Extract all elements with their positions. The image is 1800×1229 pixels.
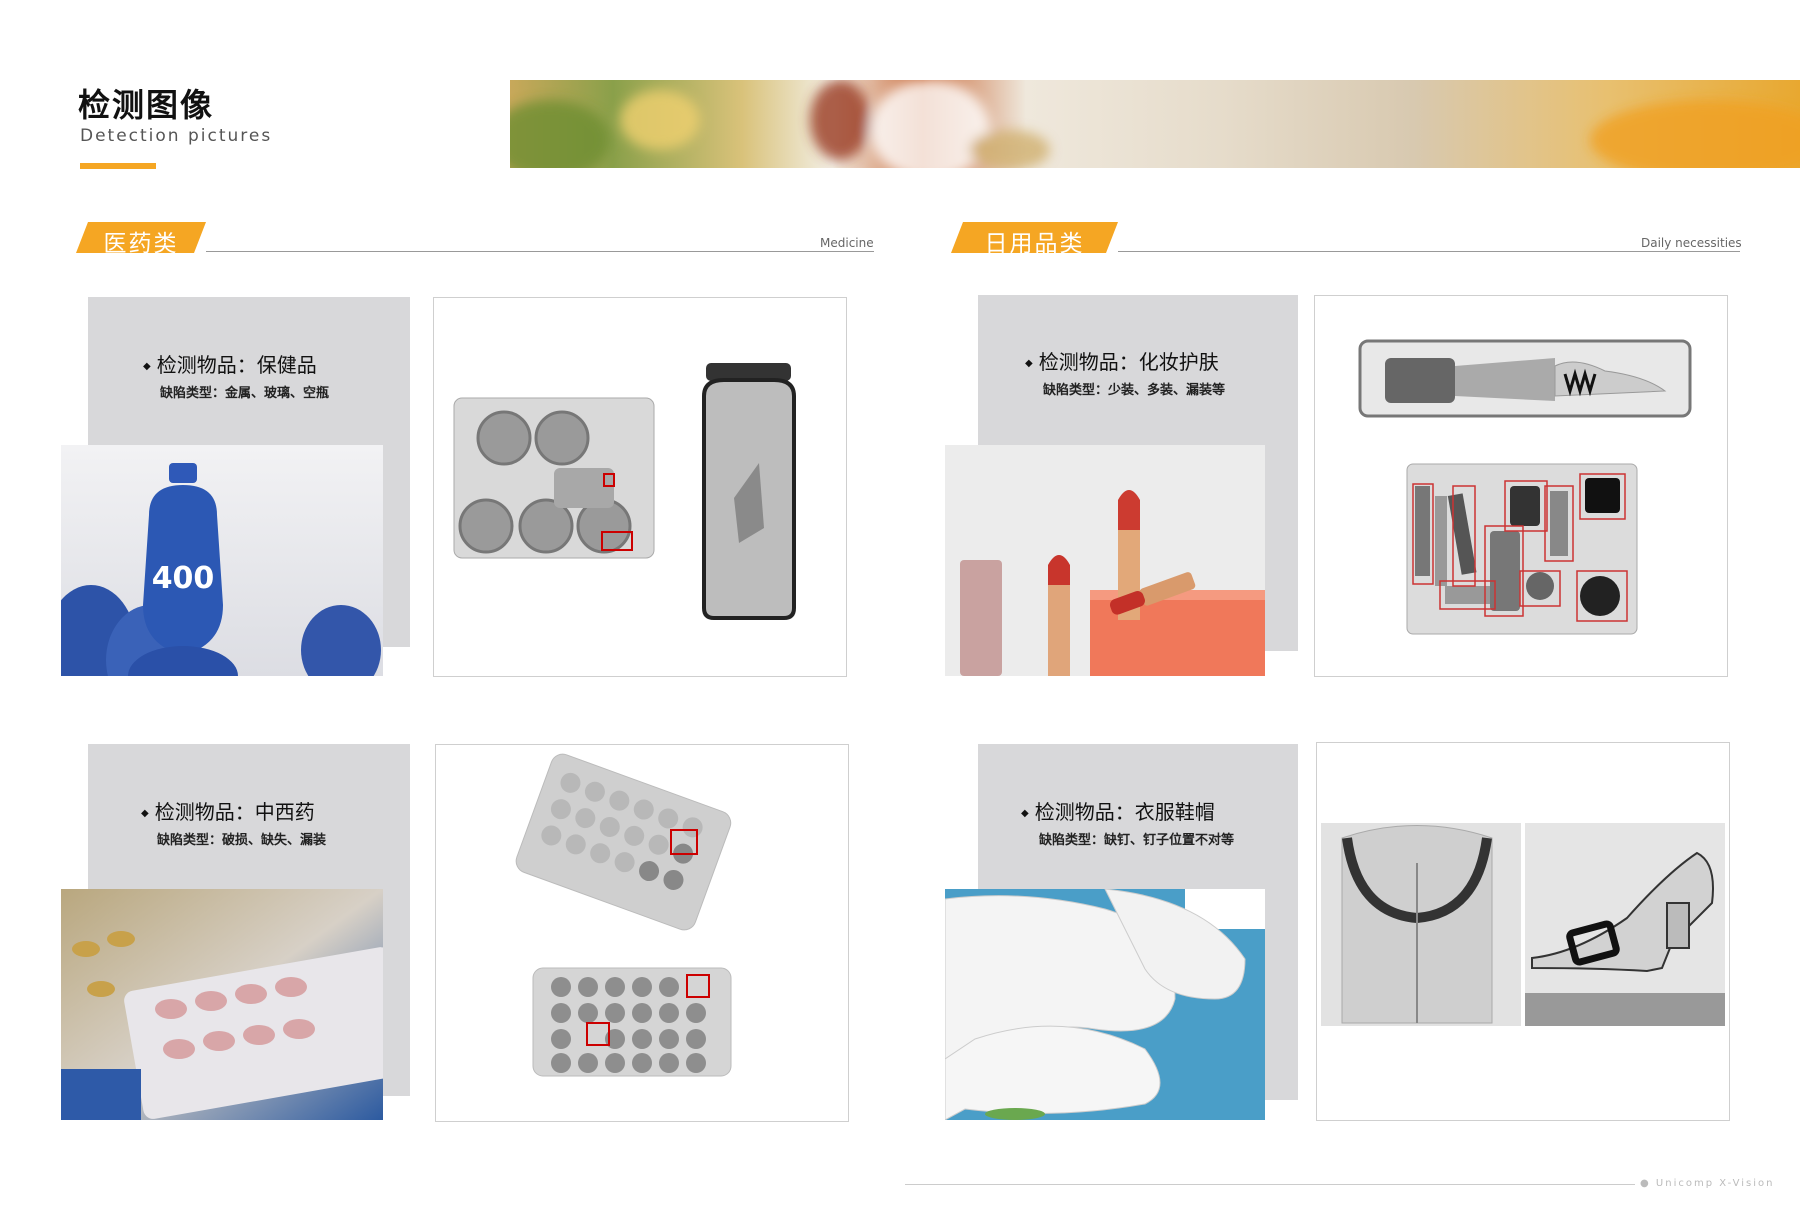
section-en-label: Daily necessities bbox=[1641, 236, 1742, 250]
header-banner-image bbox=[510, 80, 1800, 168]
footer-brand: ● Unicomp X-Vision bbox=[1640, 1178, 1775, 1189]
product-photo-supplement: 400 bbox=[61, 445, 383, 676]
page-title: 检测图像 bbox=[78, 86, 215, 124]
xray-card-shoes bbox=[1316, 742, 1730, 1121]
title-underline bbox=[80, 163, 156, 169]
product-photo-cosmetics bbox=[945, 445, 1265, 676]
xray-card-medicine bbox=[435, 744, 849, 1122]
item-title: ◆ 检测物品：化妆护肤 bbox=[1025, 350, 1219, 374]
item-title: ◆ 检测物品：中西药 bbox=[141, 800, 315, 824]
section-tag-medicine: 医药类 bbox=[76, 222, 206, 257]
section-tag-daily: 日用品类 bbox=[951, 222, 1118, 257]
item-defects: 缺陷类型：缺钉、钉子位置不对等 bbox=[1039, 833, 1235, 848]
product-photo-medicine bbox=[61, 889, 383, 1120]
product-photo-shoes bbox=[945, 889, 1265, 1120]
page-subtitle: Detection pictures bbox=[80, 126, 273, 146]
bottle-label: 400 bbox=[152, 561, 215, 596]
section-en-label: Medicine bbox=[820, 236, 874, 250]
section-divider bbox=[206, 251, 874, 252]
xray-card-supplement bbox=[433, 297, 847, 677]
item-defects: 缺陷类型：破损、缺失、漏装 bbox=[157, 833, 327, 848]
item-defects: 缺陷类型：金属、玻璃、空瓶 bbox=[160, 386, 330, 401]
xray-card-cosmetics bbox=[1314, 295, 1728, 677]
section-divider bbox=[1118, 251, 1740, 252]
item-title: ◆ 检测物品：衣服鞋帽 bbox=[1021, 800, 1215, 824]
item-defects: 缺陷类型：少装、多装、漏装等 bbox=[1043, 383, 1226, 398]
footer-divider bbox=[905, 1184, 1635, 1185]
item-title: ◆ 检测物品：保健品 bbox=[143, 353, 317, 377]
